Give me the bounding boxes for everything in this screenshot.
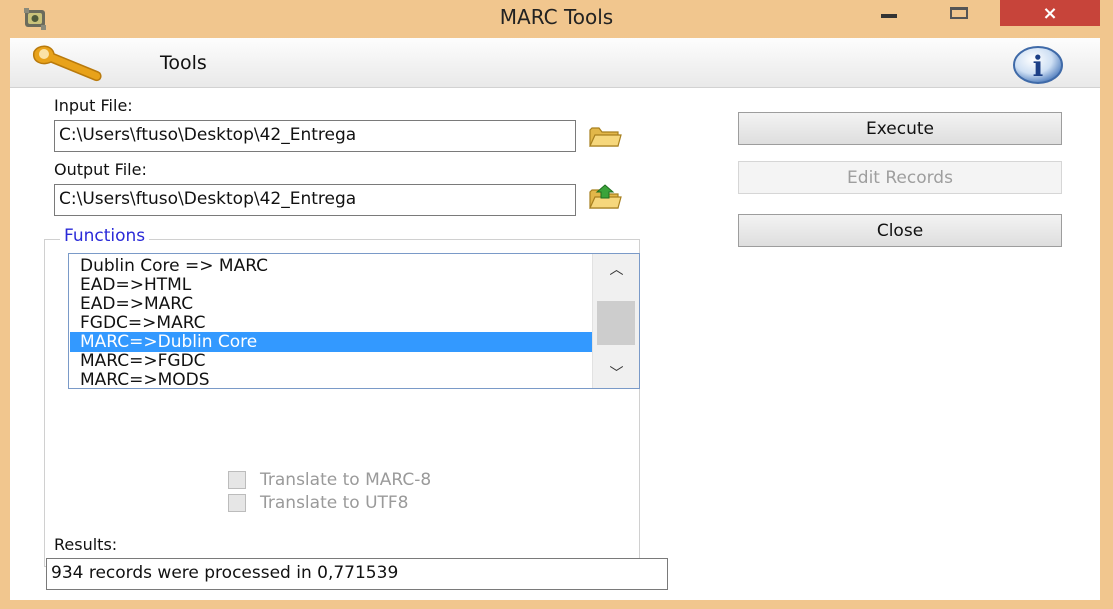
list-item[interactable]: MARC=>FGDC — [70, 351, 592, 371]
minimize-icon — [881, 14, 897, 18]
scroll-down-icon[interactable]: ﹀ — [593, 360, 639, 386]
scroll-thumb[interactable] — [597, 301, 635, 345]
title-bar[interactable]: MARC Tools × — [0, 0, 1113, 38]
scroll-up-icon[interactable]: ︿ — [593, 256, 639, 282]
output-file-field[interactable]: C:\Users\ftuso\Desktop\42_Entrega — [54, 184, 576, 216]
list-item[interactable]: EAD=>HTML — [70, 275, 592, 295]
client-area: Tools i Input File: C:\Users\ftuso\Deskt… — [10, 38, 1100, 600]
maximize-icon — [950, 7, 968, 19]
translate-utf8-option[interactable]: Translate to UTF8 — [228, 491, 408, 515]
info-icon[interactable]: i — [1012, 45, 1064, 85]
tool-strip: Tools i — [10, 38, 1100, 88]
translate-marc8-option[interactable]: Translate to MARC-8 — [228, 468, 431, 492]
wrench-icon — [33, 45, 102, 82]
list-item[interactable]: FGDC=>MARC — [70, 313, 592, 333]
output-file-label: Output File: — [54, 160, 147, 179]
translate-utf8-checkbox[interactable] — [228, 494, 246, 512]
functions-listbox[interactable]: Dublin Core => MARC EAD=>HTML EAD=>MARC … — [68, 253, 640, 389]
input-file-field[interactable]: C:\Users\ftuso\Desktop\42_Entrega — [54, 120, 576, 152]
minimize-button[interactable] — [860, 0, 918, 26]
translate-marc8-label: Translate to MARC-8 — [260, 470, 432, 490]
edit-records-button[interactable]: Edit Records — [738, 161, 1062, 194]
close-icon: × — [1042, 2, 1058, 24]
list-item[interactable]: MARC=>MODS — [70, 370, 592, 388]
maximize-button[interactable] — [930, 0, 988, 26]
input-file-label: Input File: — [54, 96, 133, 115]
translate-utf8-label: Translate to UTF8 — [260, 493, 409, 513]
functions-group-title: Functions — [60, 226, 150, 246]
list-item-selected[interactable]: MARC=>Dublin Core — [70, 332, 592, 352]
marc-tools-window: MARC Tools × Tools i Input File: C:\User… — [0, 0, 1113, 609]
functions-scrollbar[interactable]: ︿ ﹀ — [592, 254, 639, 388]
results-label: Results: — [54, 535, 118, 554]
list-item[interactable]: Dublin Core => MARC — [70, 256, 592, 276]
close-window-button[interactable]: × — [1000, 0, 1100, 26]
close-button[interactable]: Close — [738, 214, 1062, 247]
folder-save-icon[interactable] — [588, 184, 622, 212]
tools-label: Tools — [160, 52, 207, 74]
folder-open-icon[interactable] — [588, 122, 622, 150]
results-field[interactable]: 934 records were processed in 0,771539 — [46, 558, 668, 590]
list-item[interactable]: EAD=>MARC — [70, 294, 592, 314]
translate-marc8-checkbox[interactable] — [228, 471, 246, 489]
execute-button[interactable]: Execute — [738, 112, 1062, 145]
info-glyph: i — [1033, 50, 1044, 83]
